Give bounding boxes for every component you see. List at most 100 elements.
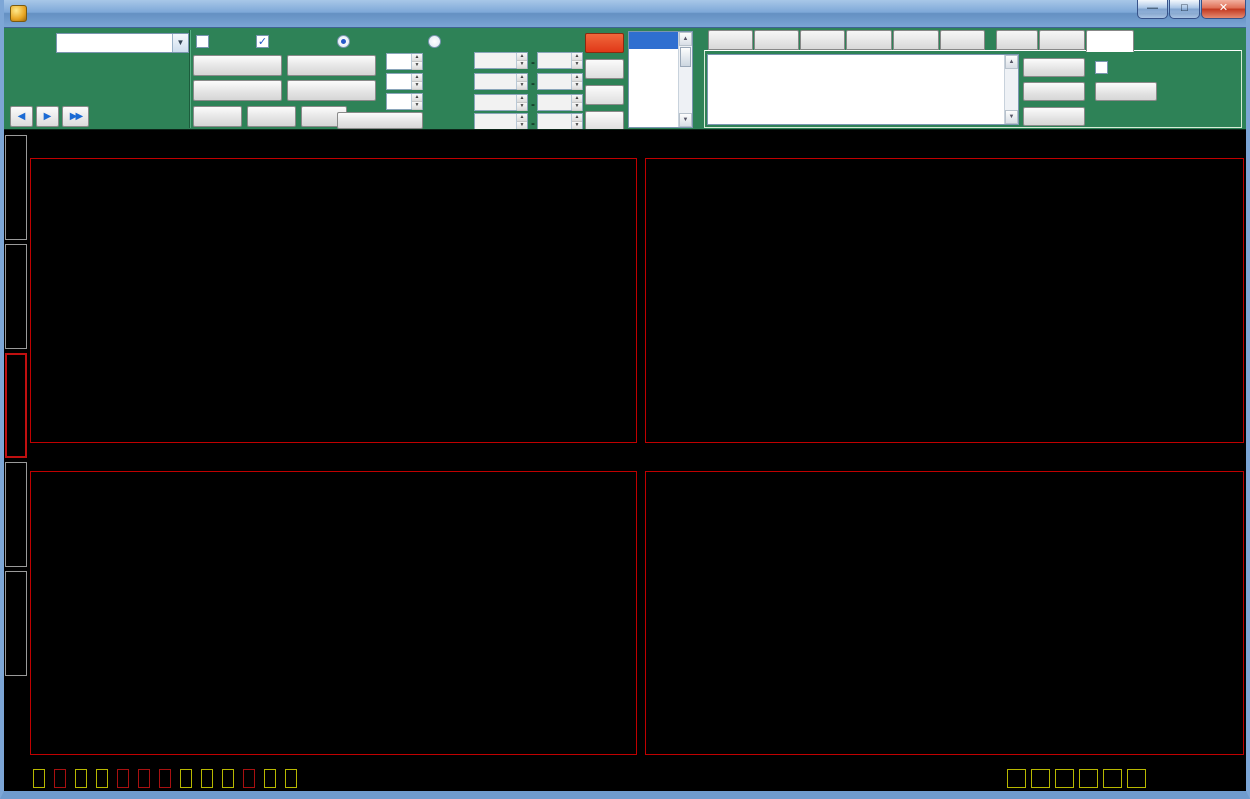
kline-chart-3[interactable] [30,471,637,755]
star3-button[interactable] [585,59,624,79]
cci-button[interactable] [180,769,192,788]
sidebar-item-omission-map[interactable] [5,462,27,567]
clear-button[interactable] [1023,58,1085,77]
page-1-button[interactable] [1007,769,1026,788]
boll-button[interactable] [138,769,150,788]
spin-down-icon[interactable]: ▼ [412,102,422,110]
spin-down-icon[interactable]: ▼ [412,62,422,70]
scroll-thumb[interactable] [680,47,691,67]
number-output-text[interactable] [708,55,1004,124]
sync-checkbox[interactable]: ✓ [256,35,269,48]
macd-button[interactable] [159,769,171,788]
period3-stepper[interactable]: ▲▼ [386,93,423,110]
period1-stepper[interactable]: ▲▼ [386,53,423,70]
kline-chart-4[interactable] [645,471,1244,755]
parameter-settings-button[interactable] [285,769,297,788]
range4-to-stepper[interactable]: ▲▼ [537,113,583,130]
tab-changyong[interactable] [708,30,753,50]
fake-hang-button[interactable] [247,106,296,127]
no-indicator-button[interactable] [264,769,276,788]
spin-up-icon[interactable]: ▲ [412,94,422,102]
adx-button[interactable] [201,769,213,788]
list-item-qian2[interactable] [629,32,678,49]
number-output-area[interactable]: ▲ ▼ [707,54,1019,125]
scroll-up-icon[interactable]: ▲ [679,32,692,46]
page-3-button[interactable] [1055,769,1074,788]
range1-dash: - [531,55,535,69]
kline-chart-2[interactable] [645,158,1244,443]
list-item-hou2[interactable] [629,49,678,66]
sar-button[interactable] [117,769,129,788]
lottery-select[interactable]: ▼ [56,33,189,53]
tab-dudan[interactable] [754,30,799,50]
kline-chart-1[interactable] [30,158,637,443]
tab-dadi[interactable] [1086,30,1134,52]
range2-to-stepper[interactable]: ▲▼ [537,73,583,90]
kdj-button[interactable] [222,769,234,788]
restore-default-button[interactable] [33,769,45,788]
sidebar-item-multi-period[interactable] [5,353,27,458]
scroll-up-icon[interactable]: ▲ [1005,55,1018,69]
auto-number-button[interactable] [193,80,282,101]
tab-fenzudan[interactable] [1039,30,1085,50]
multi-period-radio[interactable] [337,35,350,48]
spin-down-icon: ▼ [572,103,582,111]
spin-up-icon[interactable]: ▲ [412,54,422,62]
plot-button[interactable] [1095,82,1157,101]
rsi-button[interactable] [243,769,255,788]
spin-up-icon[interactable]: ▲ [412,74,422,82]
window-buttons: — □ ✕ [1136,0,1246,19]
range4-from-stepper[interactable]: ▲▼ [474,113,528,130]
numbox-scrollbar[interactable]: ▲ ▼ [1004,55,1018,124]
page-2-button[interactable] [1031,769,1050,788]
more-tools-button[interactable] [287,80,376,101]
sidebar-item-frequency-kline[interactable] [5,135,27,240]
list-item-wanshi[interactable] [629,83,678,100]
range1-from-stepper[interactable]: ▲▼ [474,52,528,69]
list-scrollbar[interactable]: ▲ ▼ [678,32,692,127]
range3-from-stepper[interactable]: ▲▼ [474,94,528,111]
sidebar-item-appearance-stats[interactable] [5,571,27,676]
period2-stepper[interactable]: ▲▼ [386,73,423,90]
sidebar-item-omission-kline[interactable] [5,244,27,349]
dropdown-arrow-icon[interactable]: ▼ [172,34,188,52]
list-item-wanbai[interactable] [629,66,678,83]
list-item-wange[interactable] [629,100,678,117]
apply-button[interactable] [337,112,423,129]
star4-button[interactable] [585,85,624,105]
tab-dantuo[interactable] [800,30,845,50]
spin-down-icon[interactable]: ▼ [412,82,422,90]
bbi-button[interactable] [96,769,108,788]
extract-numbers-button[interactable] [1127,769,1146,788]
range1-to-stepper[interactable]: ▲▼ [537,52,583,69]
maximize-button[interactable]: □ [1169,0,1200,19]
tab-budingwei[interactable] [893,30,939,50]
star2-button[interactable] [585,33,624,53]
page-4-button[interactable] [1079,769,1098,788]
ma-button[interactable] [54,769,66,788]
range3-to-stepper[interactable]: ▲▼ [537,94,583,111]
history-numbers-button[interactable] [193,55,282,76]
minimize-button[interactable]: — [1137,0,1168,19]
fanji-checkbox[interactable] [196,35,209,48]
prev-page-button[interactable]: ◀ [10,106,33,127]
range2-from-stepper[interactable]: ▲▼ [474,73,528,90]
scroll-down-icon[interactable]: ▼ [679,113,692,127]
fake-open-button[interactable] [193,106,242,127]
last-page-button[interactable]: ▶▶ [62,106,89,127]
star5-button[interactable] [585,111,624,130]
ema-button[interactable] [75,769,87,788]
clear-page-button[interactable] [1103,769,1122,788]
paste-button[interactable] [1023,82,1085,101]
close-button[interactable]: ✕ [1201,0,1246,19]
multi-omit-radio[interactable] [428,35,441,48]
multi-bottom-button[interactable] [1023,107,1085,126]
tab-dingweidan[interactable] [846,30,892,50]
group-select-checkbox[interactable] [1095,61,1108,74]
tab-longhuhe[interactable] [940,30,985,50]
next-page-button[interactable]: ▶ [36,106,59,127]
range3-to-value [538,95,571,110]
scroll-down-icon[interactable]: ▼ [1005,110,1018,124]
indicator-text-button[interactable] [287,55,376,76]
tab-fushi[interactable] [996,30,1038,50]
